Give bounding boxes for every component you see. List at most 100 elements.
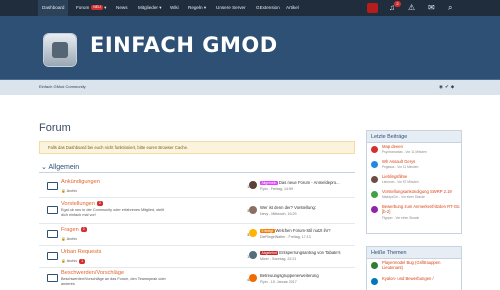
nav-wiki[interactable]: Wiki <box>170 0 179 16</box>
nav-articles[interactable]: Artikel <box>286 0 299 16</box>
subforum-label: Archiv <box>66 237 78 241</box>
top-navigation <box>0 0 500 16</box>
subforum-label: Archiv <box>66 189 78 193</box>
site-logo-text[interactable]: EINFACH GMOD <box>90 33 278 57</box>
recent-post-title[interactable]: Bewerbung zum Anmerkenfritzden RT-Gü [b-… <box>382 204 460 214</box>
recent-post-meta: Flypper - Vor einer Stunde <box>382 216 420 220</box>
breadcrumb-actions[interactable]: ◉✔◆ <box>439 84 456 90</box>
nav-members-label: Mitglieder <box>138 5 158 10</box>
hot-topic-item[interactable]: Playermodel Bug (Grilltrauppen Lieutenan… <box>367 259 461 275</box>
recent-posts-box: Letzte Beiträge Map deeen Psychomaniac - … <box>366 130 462 234</box>
nav-gextension[interactable]: GExtension <box>256 0 280 16</box>
last-post-meta: Nevy - Mittwoch, 15:29 <box>260 212 297 216</box>
avatar[interactable] <box>249 181 257 189</box>
nav-servers[interactable]: Unsere Server <box>216 0 246 16</box>
recent-post-meta: MaddyxCrn - Vor einer Stunde <box>382 195 425 199</box>
hot-topics-title: Heiße Themen <box>367 247 461 259</box>
forum-title[interactable]: Ankündigungen <box>61 179 100 185</box>
category-title: Allgemein <box>48 164 80 171</box>
forum-title[interactable]: Vorstellungen 2 <box>61 201 103 207</box>
prefix-label: Abgelehnt <box>260 251 279 255</box>
nav-forum[interactable]: Forum NEU ▾ <box>76 0 106 16</box>
recent-post-title[interactable]: Wh Assault Gerys <box>382 159 415 164</box>
last-post-meta: Flyin - 15. Januar 2017 <box>260 280 297 284</box>
recent-post-item[interactable]: Bewerbung zum Anmerkenfritzden RT-Gü [b-… <box>367 203 461 225</box>
breadcrumb[interactable]: Einfach GMod Community <box>39 84 86 89</box>
chevron-down-icon: ▾ <box>102 5 107 10</box>
rss-icon[interactable]: ◆ <box>451 84 456 89</box>
page-title: Forum <box>39 122 71 134</box>
warning-icon[interactable]: ⚠ <box>408 3 415 13</box>
nav-members[interactable]: Mitglieder ▾ <box>138 0 162 16</box>
avatar[interactable] <box>371 191 378 198</box>
forum-title-label: Vorstellungen <box>61 201 95 207</box>
recent-post-meta: Pegasus - Vor 11 Minuten <box>382 165 419 169</box>
avatar[interactable] <box>249 274 257 282</box>
prefix-label: Allgemein <box>260 181 278 185</box>
last-post-title[interactable]: Erledigt Welchen Forum-Stil nutzt ihr? <box>260 228 331 233</box>
hot-topic-title[interactable]: Playermodel Bug (Grilltrauppen Lieutenan… <box>382 260 460 270</box>
forum-title-label: Fragen <box>61 227 79 233</box>
user-avatar[interactable] <box>367 3 378 13</box>
last-post-meta: DieRingelNatter - Freitag, 17:13 <box>260 235 311 239</box>
avatar[interactable] <box>371 262 378 269</box>
last-post-meta: Mixer - Sonntag, 22:21 <box>260 257 297 261</box>
prefix-label: Erledigt <box>260 229 275 233</box>
last-post-title[interactable]: Abgelehnt Entsperrungsantrag von Tabate's <box>260 250 341 255</box>
last-post-meta: Flyin - Freitag, 14:59 <box>260 187 293 191</box>
forum-title[interactable]: Beschwerden/Vorschläge <box>61 270 124 276</box>
avatar[interactable] <box>249 251 257 259</box>
recent-post-title[interactable]: Lieblingsfilme <box>382 174 407 179</box>
nav-dashboard[interactable]: Dashboard <box>38 0 69 16</box>
hot-topic-item[interactable]: Kyalon- und Bewerbungen / <box>367 275 461 290</box>
avatar[interactable] <box>371 146 378 153</box>
avatar[interactable] <box>371 278 378 285</box>
recent-post-item[interactable]: Wh Assault Gerys Pegasus - Vor 11 Minuten <box>367 158 461 173</box>
last-post-text: Entsperrungsantrag von Tabate's <box>279 250 341 255</box>
last-post-title[interactable]: Wer ist denn der? Vorstellung: <box>260 205 316 210</box>
search-icon[interactable]: ⌕ <box>448 3 452 13</box>
folder-icon <box>47 274 58 282</box>
forum-description: Egal ob neu in der Community oder erfahr… <box>61 208 164 217</box>
recent-posts-title: Letzte Beiträge <box>367 131 461 143</box>
forum-title[interactable]: Urban Requests <box>61 249 101 255</box>
chevron-down-icon: ▾ <box>202 5 207 10</box>
last-post-title[interactable]: Betreuungsgruppenerweiterung <box>260 273 319 278</box>
category-header[interactable]: ⌄ Allgemein <box>39 163 355 173</box>
nav-news[interactable]: News <box>116 0 128 16</box>
hot-topics-box: Heiße Themen Playermodel Bug (Grilltraup… <box>366 246 462 290</box>
unread-badge: 2 <box>96 201 103 207</box>
last-post-text: Das neue Forum - Anmeldepro... <box>278 180 340 185</box>
chat-icon[interactable]: ✉ <box>428 3 435 13</box>
recent-post-meta: Psychomaniac - Vor 11 Minuten <box>382 150 427 154</box>
avatar[interactable] <box>249 206 257 214</box>
forum-row[interactable]: Ankündigungen 🔒 Archiv 15 AllgemeinDas n… <box>39 176 355 198</box>
folder-icon <box>47 252 58 260</box>
forum-subforum[interactable]: 🔒 Archiv <box>61 188 77 193</box>
recent-post-item[interactable]: Map deeen Psychomaniac - Vor 11 Minuten <box>367 143 461 158</box>
forum-description: Beschwerden/Vorschläge an das Forum, den… <box>61 277 166 286</box>
avatar[interactable] <box>371 206 378 213</box>
avatar[interactable] <box>371 161 378 168</box>
forum-title[interactable]: Fragen 2 <box>61 227 87 233</box>
forum-row[interactable]: Vorstellungen 2 Egal ob neu in der Commun… <box>39 198 355 224</box>
forum-row[interactable]: Beschwerden/Vorschläge Beschwerden/Vorsc… <box>39 268 355 290</box>
avatar[interactable] <box>371 176 378 183</box>
last-post-title[interactable]: Allgemein Das neue Forum - Anmeldepro... <box>260 180 340 185</box>
recent-post-item[interactable]: Lieblingsfilme Lemmon - Vor 57 Minuten <box>367 173 461 188</box>
chevron-down-icon: ▾ <box>157 5 162 10</box>
forum-subforum[interactable]: 🔒 Archiv 1 <box>61 258 86 264</box>
forum-row[interactable]: Urban Requests 🔒 Archiv1 1.9k AbgelehntE… <box>39 246 355 268</box>
notification-count-badge: 2 <box>394 1 401 7</box>
avatar[interactable] <box>249 229 257 237</box>
last-post-text: Welchen Forum-Stil nutzt ihr? <box>275 228 331 233</box>
forum-row[interactable]: Fragen2 🔒 Archiv 3.1k ErledigtWelchen Fo… <box>39 224 355 246</box>
recent-post-title[interactable]: Vorstellungsankündigung SWRP 2.19 <box>382 189 452 194</box>
hot-topic-title[interactable]: Kyalon- und Bewerbungen / <box>382 276 434 281</box>
recent-post-item[interactable]: Vorstellungsankündigung SWRP 2.19 MaddyxC… <box>367 188 461 203</box>
forum-subforum[interactable]: 🔒 Archiv <box>61 236 77 241</box>
recent-post-title[interactable]: Map deeen <box>382 144 403 149</box>
site-logo-icon[interactable] <box>44 34 76 66</box>
nav-rules[interactable]: Regeln ▾ <box>188 0 206 16</box>
folder-icon <box>47 182 58 190</box>
